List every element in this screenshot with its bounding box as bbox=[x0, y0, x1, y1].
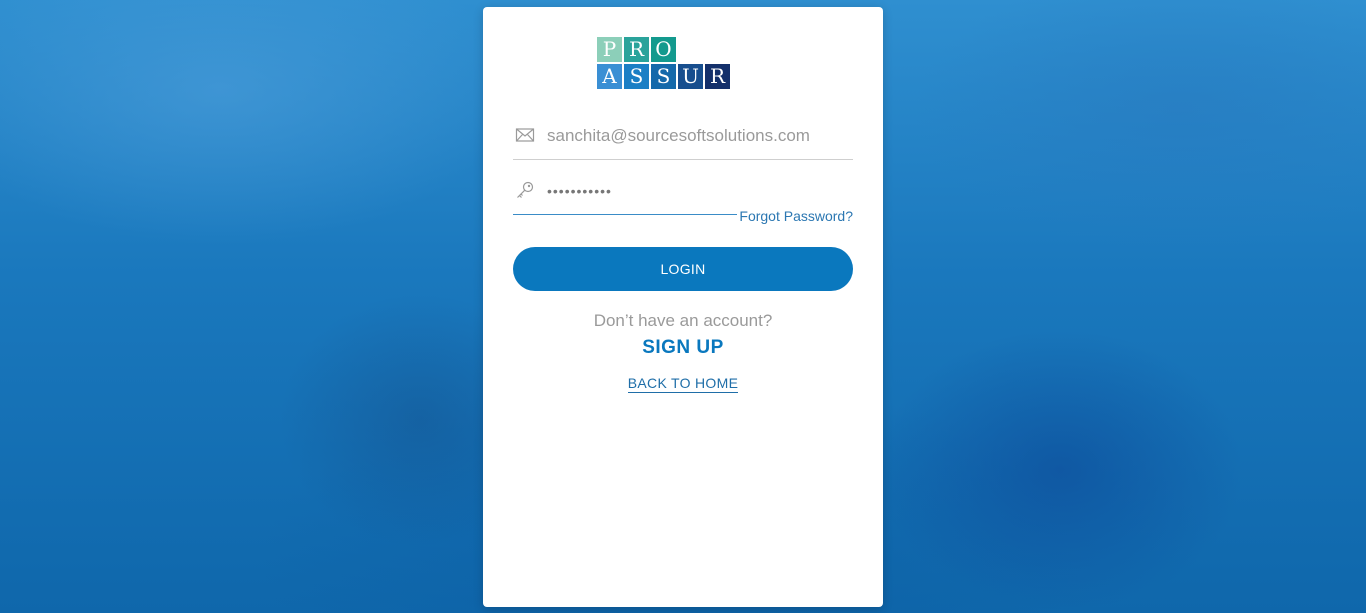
logo-row-assur: ASSUR bbox=[597, 64, 771, 89]
email-input[interactable] bbox=[547, 121, 847, 151]
login-card: PRO ASSUR Forgot Password? LOGIN bbox=[483, 7, 883, 607]
logo-letter-tile: R bbox=[624, 37, 649, 62]
key-icon bbox=[515, 180, 535, 200]
proassur-logo: PRO ASSUR bbox=[597, 37, 771, 91]
no-account-prompt: Don’t have an account? bbox=[593, 311, 773, 330]
logo-letter-tile: R bbox=[705, 64, 730, 89]
logo-letter-tile: U bbox=[678, 64, 703, 89]
email-field bbox=[513, 115, 853, 160]
logo-letter-tile: S bbox=[624, 64, 649, 89]
password-input[interactable] bbox=[547, 176, 847, 206]
logo-letter-tile: S bbox=[651, 64, 676, 89]
logo-row-pro: PRO bbox=[597, 37, 771, 62]
signup-link[interactable]: SIGN UP bbox=[642, 337, 724, 358]
login-button[interactable]: LOGIN bbox=[513, 247, 853, 291]
back-to-home-link[interactable]: BACK TO HOME bbox=[627, 375, 739, 393]
logo-letter-tile: O bbox=[651, 37, 676, 62]
logo-letter-tile: P bbox=[597, 37, 622, 62]
envelope-icon bbox=[515, 125, 535, 145]
logo-letter-tile: A bbox=[597, 64, 622, 89]
back-home-container: BACK TO HOME bbox=[483, 373, 883, 393]
signup-container: SIGN UP bbox=[483, 337, 883, 359]
forgot-password-link[interactable]: Forgot Password? bbox=[737, 207, 853, 225]
